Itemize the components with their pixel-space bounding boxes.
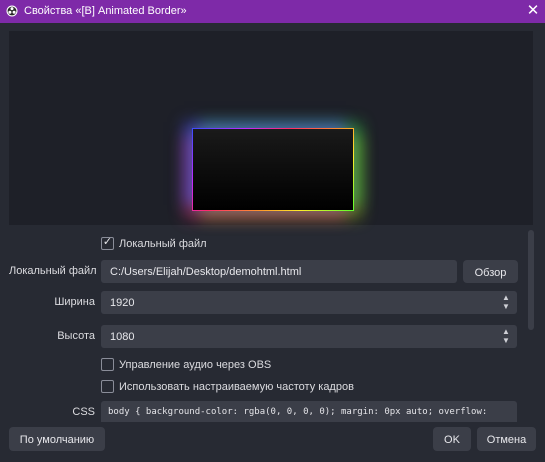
browse-button[interactable]: Обзор: [463, 260, 518, 283]
cancel-button-label: Отмена: [486, 434, 527, 446]
chevron-down-icon[interactable]: ▼: [502, 337, 510, 345]
custom-framerate-label: Использовать настраиваемую частоту кадро…: [119, 381, 354, 393]
width-label: Ширина: [54, 296, 95, 308]
width-spinbox[interactable]: 1920 ▲ ▼: [101, 291, 517, 314]
width-value: 1920: [110, 297, 135, 309]
ok-button-label: OK: [444, 434, 460, 446]
source-preview: [9, 31, 533, 225]
css-textarea[interactable]: body { background-color: rgba(0, 0, 0, 0…: [101, 401, 517, 423]
chevron-up-icon[interactable]: ▲: [502, 328, 510, 336]
window-title: Свойства «[B] Animated Border»: [24, 5, 187, 17]
local-file-value: C:/Users/Elijah/Desktop/demohtml.html: [110, 266, 302, 278]
chevron-down-icon[interactable]: ▼: [502, 303, 510, 311]
close-icon[interactable]: ✕: [525, 3, 541, 19]
browse-button-label: Обзор: [474, 267, 507, 279]
local-file-input[interactable]: C:/Users/Elijah/Desktop/demohtml.html: [101, 260, 457, 283]
custom-framerate-checkbox[interactable]: [101, 380, 114, 393]
title-bar: Свойства «[B] Animated Border» ✕: [0, 0, 545, 23]
local-file-label: Локальный файл: [9, 265, 97, 277]
height-label: Высота: [57, 330, 95, 342]
css-value: body { background-color: rgba(0, 0, 0, 0…: [108, 407, 488, 417]
defaults-button-label: По умолчанию: [19, 434, 95, 446]
css-label: CSS: [72, 406, 95, 418]
defaults-button[interactable]: По умолчанию: [9, 427, 105, 451]
chevron-up-icon[interactable]: ▲: [502, 294, 510, 302]
local-file-checkbox-label: Локальный файл: [119, 238, 207, 250]
local-file-checkbox[interactable]: ✓: [101, 236, 114, 250]
height-value: 1080: [110, 331, 135, 343]
obs-logo-icon: [6, 5, 18, 17]
ok-button[interactable]: OK: [433, 427, 471, 451]
height-spinbox[interactable]: 1080 ▲ ▼: [101, 325, 517, 348]
checkmark-icon: ✓: [102, 236, 113, 248]
cancel-button[interactable]: Отмена: [477, 427, 536, 451]
scrollbar[interactable]: [528, 230, 534, 330]
audio-control-checkbox[interactable]: [101, 358, 114, 371]
audio-control-label: Управление аудио через OBS: [119, 359, 272, 371]
animated-border-preview: [192, 128, 354, 211]
